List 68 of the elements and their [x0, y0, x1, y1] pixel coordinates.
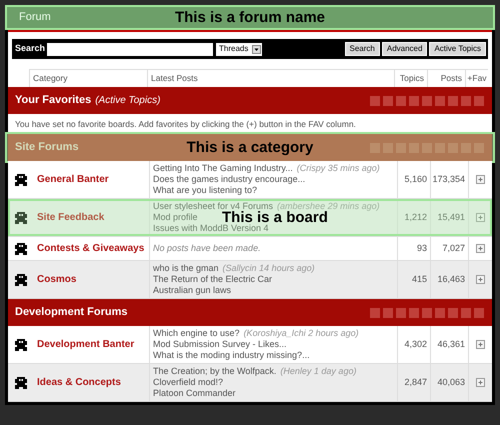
topic-count: 1,212 — [404, 210, 427, 224]
thread-link[interactable]: What are you listening to? — [153, 184, 258, 198]
invader-icon — [15, 274, 27, 286]
topic-count: 2,847 — [404, 376, 427, 389]
post-count: 16,463 — [437, 272, 465, 286]
post-meta: (Sallycin 14 hours ago) — [222, 262, 315, 275]
thread-link[interactable]: Mod Submission Survey - Likes... — [153, 338, 287, 352]
invader-icon — [15, 242, 27, 254]
thread-link[interactable]: who is the gman — [153, 262, 219, 276]
board-link[interactable]: Ideas & Concepts — [37, 375, 121, 390]
add-favorite-icon[interactable] — [476, 213, 485, 222]
add-favorite-icon[interactable] — [476, 378, 485, 387]
column-header: Latest Posts — [151, 72, 198, 85]
scope-dropdown[interactable]: Threads — [216, 42, 262, 56]
thread-link[interactable]: Cloverfield mod!? — [153, 376, 224, 390]
board-link[interactable]: Site Feedback — [37, 210, 104, 225]
invader-icon — [15, 338, 27, 350]
annotation-label: This is a forum name — [174, 10, 326, 25]
invader-icon — [15, 174, 27, 186]
thread-link[interactable]: The Creation; by the Wolfpack. — [153, 364, 276, 378]
board-link[interactable]: Contests & Giveaways — [37, 241, 144, 256]
add-favorite-icon[interactable] — [476, 244, 485, 253]
forum-title: Forum — [19, 10, 51, 26]
column-header: +Fav — [467, 72, 487, 85]
post-count: 7,027 — [442, 242, 465, 255]
thread-link[interactable]: Australian gun laws — [153, 284, 232, 298]
topic-count: 4,302 — [404, 338, 427, 351]
post-count: 15,491 — [437, 210, 465, 224]
thread-link[interactable]: Does the games industry encourage... — [153, 172, 306, 186]
column-header: Topics — [400, 72, 424, 85]
toolbar-button[interactable]: Active Topics — [429, 42, 486, 56]
invader-icon — [15, 212, 27, 224]
column-header: Posts — [440, 72, 462, 85]
thread-link[interactable]: Which engine to use? — [153, 326, 240, 340]
post-meta: (Henley 1 day ago) — [280, 364, 356, 378]
section-title: Development Forums — [15, 305, 128, 320]
toolbar-button[interactable]: Search — [344, 42, 380, 56]
board-link[interactable]: Cosmos — [37, 272, 76, 287]
section-title: Your Favorites — [15, 93, 92, 108]
post-meta: (ambershee 29 mins ago) — [277, 200, 380, 211]
post-meta: (Crispy 35 mins ago) — [296, 162, 380, 175]
post-count: 40,063 — [437, 376, 465, 389]
topic-count: 93 — [416, 242, 427, 255]
thread-link[interactable]: Getting Into The Gaming Industry... — [153, 162, 293, 176]
column-header: Category — [33, 72, 68, 85]
topic-count: 415 — [412, 272, 427, 286]
thread-link[interactable]: The Return of the Electric Car — [153, 272, 272, 286]
post-count: 46,361 — [437, 338, 465, 351]
annotation-label: This is a category — [186, 140, 314, 155]
add-favorite-icon[interactable] — [476, 175, 485, 184]
invader-icon — [15, 376, 27, 388]
add-favorite-icon[interactable] — [476, 275, 485, 284]
post-count: 173,354 — [432, 172, 465, 186]
search-label: Search — [14, 42, 46, 56]
thread-link[interactable]: Platoon Commander — [153, 386, 236, 400]
info-message: You have set no favorite boards. Add favorites by clicking the (+) button in the FAV column. — [15, 118, 356, 130]
board-link[interactable]: General Banter — [37, 172, 109, 187]
thread-link[interactable]: What is the moding industry missing?... — [153, 348, 310, 362]
empty-note: No posts have been made. — [153, 242, 262, 255]
search-field[interactable] — [47, 42, 214, 56]
post-meta: (Koroshiya_Ichi 2 hours ago) — [244, 326, 359, 340]
toolbar-button[interactable]: Advanced — [382, 42, 428, 56]
board-link[interactable]: Development Banter — [37, 337, 134, 352]
section-subtitle: (Active Topics) — [95, 94, 160, 108]
dropdown-caret-icon — [252, 44, 262, 54]
topic-count: 5,160 — [404, 172, 427, 186]
add-favorite-icon[interactable] — [476, 340, 485, 349]
section-title: Site Forums — [15, 140, 79, 156]
